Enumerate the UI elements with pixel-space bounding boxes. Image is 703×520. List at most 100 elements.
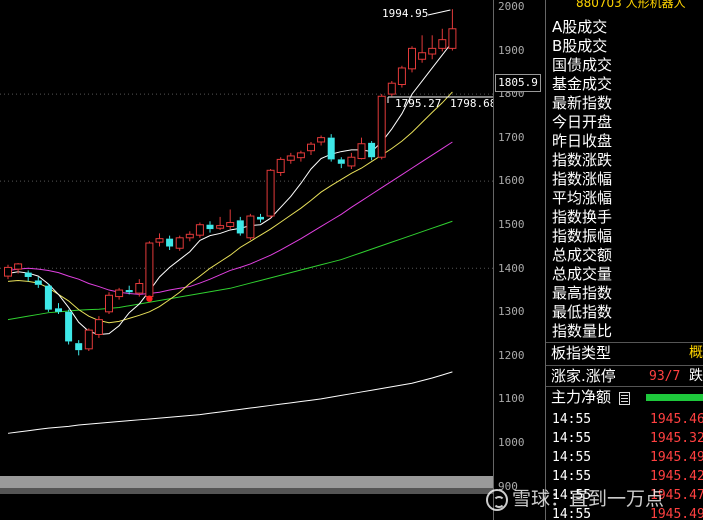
candle-body xyxy=(377,95,386,158)
field-item[interactable]: 指数量比 xyxy=(546,322,703,341)
candle-body xyxy=(14,263,23,270)
low-right-label: 1798.68 xyxy=(450,97,493,110)
axis-tick-label: 1200 xyxy=(498,348,525,362)
field-item[interactable]: 总成交额 xyxy=(546,246,703,265)
candle-body xyxy=(317,137,326,143)
field-item[interactable]: 指数涨跌 xyxy=(546,151,703,170)
candle-body xyxy=(337,159,345,164)
high-value-label: 1994.95 xyxy=(382,7,428,20)
trade-time: 14:55 xyxy=(552,431,592,446)
candle-body xyxy=(327,137,335,160)
candle-body xyxy=(145,242,154,298)
current-price-box: 1805.9 xyxy=(495,74,541,92)
trade-row: 14:55 1945.32 xyxy=(546,429,703,448)
board-type-label: 板指类型 xyxy=(551,344,612,362)
candle-body xyxy=(84,329,93,350)
candle-body xyxy=(44,285,52,310)
field-item[interactable]: 总成交量 xyxy=(546,265,703,284)
candle-body xyxy=(307,143,315,152)
axis-tick-label: 1900 xyxy=(498,43,525,57)
mainflow-label: 主力净额 xyxy=(551,388,612,406)
kline-chart[interactable]: 1994.95 1795.27 1798.68 xyxy=(0,0,493,520)
candle-body xyxy=(75,343,83,351)
candle-body xyxy=(296,152,305,159)
trade-price: 1945.32 xyxy=(650,431,703,446)
updown-value: 93/7 xyxy=(649,369,681,384)
board-type-row: 板指类型 概 xyxy=(546,342,703,365)
axis-tick-label: 1500 xyxy=(498,218,525,231)
field-item[interactable]: 今日开盘 xyxy=(546,113,703,132)
trade-time: 14:55 xyxy=(552,412,592,427)
candle-body xyxy=(24,272,32,277)
info-panel: 880703 人形机器人 A股成交 B股成交 国债成交 基金成交 最新指数 今日开盘 昨日收… xyxy=(545,0,703,520)
watermark: 雪球：直到一万点 xyxy=(486,484,664,511)
field-item[interactable]: 基金成交 xyxy=(546,75,703,94)
axis-tick-label: 1300 xyxy=(498,305,525,319)
candle-body xyxy=(257,216,264,220)
updown-label: 涨家.涨停 xyxy=(551,367,616,385)
signal-dot-icon xyxy=(146,295,153,302)
price-axis: 2000 1900 1800 1700 1600 1500 1400 1300 1200 1100… xyxy=(493,0,546,520)
candle-body xyxy=(428,47,437,55)
trade-price: 1945.46 xyxy=(650,412,703,427)
candle-body xyxy=(347,156,356,167)
field-item[interactable]: 国债成交 xyxy=(546,56,703,75)
list-icon[interactable] xyxy=(619,392,630,405)
axis-tick-label: 1600 xyxy=(498,174,525,188)
candle-body xyxy=(125,290,133,293)
trade-price: 1945.49 xyxy=(650,450,703,465)
axis-tick-label: 1700 xyxy=(498,130,525,144)
candle-body xyxy=(357,143,366,160)
candle-body xyxy=(206,224,214,230)
candle-body xyxy=(397,67,406,86)
field-item[interactable]: A股成交 xyxy=(546,18,703,37)
candle-body xyxy=(216,225,225,229)
field-item[interactable]: 指数换手 xyxy=(546,208,703,227)
candle-body xyxy=(55,308,62,312)
candle-body xyxy=(105,294,113,313)
mainflow-bar xyxy=(646,394,703,401)
updown-row: 涨家.涨停 93/7 跌 xyxy=(546,365,703,388)
axis-tick-label: 1000 xyxy=(498,436,525,449)
field-item[interactable]: 最低指数 xyxy=(546,303,703,322)
candle-body xyxy=(246,215,255,239)
scrollbar-track xyxy=(0,488,493,494)
candle-body xyxy=(195,224,204,236)
ma250-line xyxy=(7,371,453,434)
candle-body xyxy=(236,220,244,234)
candle-body xyxy=(226,222,235,227)
watermark-text: 雪球：直到一万点 xyxy=(512,488,665,510)
candle-body xyxy=(94,319,103,335)
field-item[interactable]: 平均涨幅 xyxy=(546,189,703,208)
field-item[interactable]: B股成交 xyxy=(546,37,703,56)
candle-body xyxy=(115,289,124,298)
field-item[interactable]: 最高指数 xyxy=(546,284,703,303)
candle-body xyxy=(276,158,285,173)
xueqiu-logo-icon xyxy=(486,488,508,511)
candle-body xyxy=(387,82,396,95)
candle-body xyxy=(155,238,164,243)
field-item[interactable]: 指数涨幅 xyxy=(546,170,703,189)
index-code-title: 880703 人形机器人 xyxy=(576,0,686,10)
horizontal-scrollbar[interactable] xyxy=(0,476,493,488)
candle-body xyxy=(408,47,416,70)
candle-body xyxy=(4,266,12,277)
candle-body xyxy=(266,169,275,217)
field-item[interactable]: 最新指数 xyxy=(546,94,703,113)
low-left-label: 1795.27 xyxy=(395,97,441,110)
candle-body xyxy=(418,52,427,60)
trade-row: 14:55 1945.49 xyxy=(546,448,703,467)
field-item[interactable]: 指数振幅 xyxy=(546,227,703,246)
axis-tick-label: 1100 xyxy=(498,392,525,406)
trade-row: 14:55 1945.46 xyxy=(546,410,703,429)
candle-body xyxy=(448,28,457,49)
candle-body xyxy=(286,155,295,161)
field-item[interactable]: 昨日收盘 xyxy=(546,132,703,151)
updown-extra: 跌 xyxy=(689,368,703,384)
candle-body xyxy=(65,311,73,342)
high-pointer-line xyxy=(427,9,451,16)
axis-tick-label: 2000 xyxy=(498,0,525,13)
candle-body xyxy=(368,142,376,158)
mainflow-row: 主力净额 xyxy=(546,386,703,409)
candle-body xyxy=(175,237,184,249)
